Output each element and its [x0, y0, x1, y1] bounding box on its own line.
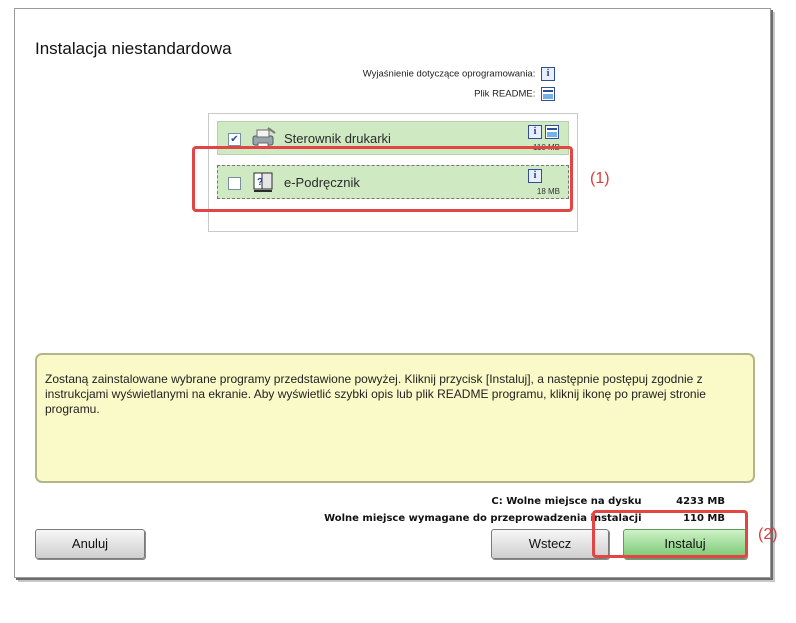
description-panel: Zostaną zainstalowane wybrane programy p…: [35, 353, 755, 483]
free-space-value: 4233 MB: [676, 496, 725, 507]
legend-explanation-label: Wyjaśnienie dotyczące oprogramowania:: [362, 68, 536, 80]
legend-readme: Plik README:: [474, 87, 555, 101]
annotation-box-install: [592, 510, 748, 558]
component-label-printer-driver: Sterownik drukarki: [284, 131, 391, 146]
readme-icon[interactable]: [545, 125, 559, 139]
annotation-label-2: (2): [758, 526, 778, 543]
cancel-button[interactable]: Anuluj: [35, 529, 145, 559]
free-space-label: C: Wolne miejsce na dysku: [491, 496, 642, 507]
legend-explanation: Wyjaśnienie dotyczące oprogramowania: i: [363, 67, 555, 81]
annotation-label-1: (1): [590, 170, 610, 187]
readme-icon: [541, 87, 555, 101]
annotation-box-e-manual: [192, 146, 573, 212]
free-space-info: C: Wolne miejsce na dysku 4233 MB: [491, 496, 725, 507]
info-icon[interactable]: i: [528, 125, 542, 139]
component-checkbox-printer-driver[interactable]: ✔: [228, 133, 241, 146]
page-title: Instalacja niestandardowa: [35, 39, 232, 58]
installer-window: Instalacja niestandardowa Wyjaśnienie do…: [14, 8, 771, 578]
info-icon: i: [541, 67, 555, 81]
legend-readme-label: Plik README:: [474, 88, 536, 100]
